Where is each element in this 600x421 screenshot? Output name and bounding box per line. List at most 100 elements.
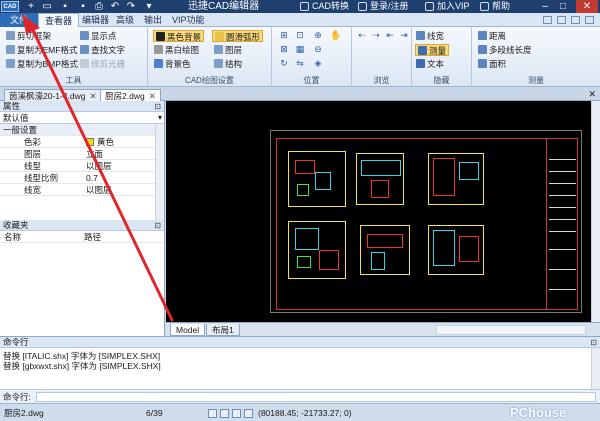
redo-icon[interactable]: ↷ xyxy=(124,0,138,13)
close-tab-icon[interactable]: ✕ xyxy=(90,91,97,101)
user-icon xyxy=(358,2,367,11)
distance-icon xyxy=(478,31,487,40)
prev-page-icon[interactable]: ⇤ xyxy=(384,30,396,41)
properties-selector[interactable]: 默认值 ▾ xyxy=(0,112,164,124)
property-row-linetype[interactable]: 线型 以图层 xyxy=(0,160,164,172)
copy-bmp-button[interactable]: 复制为BMP格式 xyxy=(6,58,78,70)
ortho-icon[interactable] xyxy=(232,409,241,418)
tab-model[interactable]: Model xyxy=(170,324,206,336)
bg-color-icon xyxy=(154,59,163,68)
find-text-button[interactable]: 查找文字 xyxy=(80,44,125,56)
properties-scrollbar[interactable] xyxy=(155,124,164,220)
maximize-icon[interactable]: □ xyxy=(556,0,570,13)
area-button[interactable]: 面积 xyxy=(478,58,506,70)
bw-drawing-button[interactable]: 黑白绘图 xyxy=(154,44,199,56)
rotate-icon[interactable]: ↻ xyxy=(278,58,290,69)
zoom-out-icon[interactable]: ⊖ xyxy=(312,44,324,55)
mirror-icon[interactable]: ⇋ xyxy=(294,58,306,69)
property-row-linetype-scale[interactable]: 线型比例 0.7 xyxy=(0,172,164,184)
brush-icon[interactable] xyxy=(543,16,552,24)
pin-icon[interactable]: ⊡ xyxy=(590,337,597,348)
file-menu[interactable]: 文件 xyxy=(0,13,38,27)
group-hide-label: 隐藏 xyxy=(433,76,450,85)
hand-icon[interactable]: ✋ xyxy=(330,30,342,41)
text-toggle-button[interactable]: 文本 xyxy=(416,58,444,70)
fit-icon[interactable]: ⊠ xyxy=(278,44,290,55)
cad-convert-link[interactable]: CAD转换 xyxy=(312,0,349,13)
trim-raster-button[interactable]: 修剪光栅 xyxy=(80,58,125,70)
favorites-col-name[interactable]: 名称 xyxy=(4,231,21,243)
forward-icon[interactable]: ⇢ xyxy=(370,30,382,41)
layers-button[interactable]: 图层 xyxy=(214,44,242,56)
view-3d-icon[interactable]: ◈ xyxy=(312,58,324,69)
pin-icon[interactable]: ⊡ xyxy=(154,101,161,112)
command-input[interactable] xyxy=(36,392,596,402)
join-vip-link[interactable]: 加入VIP xyxy=(437,0,470,13)
property-row-lineweight[interactable]: 线宽 以图层 xyxy=(0,184,164,196)
save-icon[interactable]: ▪ xyxy=(58,0,72,13)
group-cad-settings-label: CAD绘图设置 xyxy=(185,76,234,85)
property-row-layer[interactable]: 图层 立面 xyxy=(0,148,164,160)
menu-vip[interactable]: VIP功能 xyxy=(166,13,211,27)
close-small-icon[interactable] xyxy=(585,16,594,24)
doc-tab-2[interactable]: 厨房2.dwg ✕ xyxy=(100,89,161,101)
copy-emf-icon xyxy=(6,45,15,54)
group-measure-label: 测量 xyxy=(528,76,544,85)
undo-icon[interactable]: ↶ xyxy=(108,0,122,13)
title-block xyxy=(546,139,578,309)
help-link[interactable]: 帮助 xyxy=(492,0,510,13)
smooth-arc-button[interactable]: 圆滑弧形 xyxy=(212,30,264,42)
clip-icon xyxy=(6,31,15,40)
structure-button[interactable]: 结构 xyxy=(214,58,242,70)
zoom-extents-icon[interactable]: ⊞ xyxy=(278,30,290,41)
login-register-link[interactable]: 登录/注册 xyxy=(370,0,409,13)
snap-icon[interactable] xyxy=(208,409,217,418)
tab-close-all-icon[interactable]: ✕ xyxy=(588,89,596,100)
tab-layout1[interactable]: 布局1 xyxy=(206,324,240,336)
close-icon[interactable]: ✕ xyxy=(576,0,598,13)
restore-small-icon[interactable] xyxy=(571,16,580,24)
favorites-col-path[interactable]: 路径 xyxy=(84,231,101,243)
help-small-icon[interactable] xyxy=(557,16,566,24)
polyline-length-button[interactable]: 多段线长度 xyxy=(478,44,532,56)
group-cad-settings: 黑色背景 圆滑弧形 黑白绘图 图层 背景色 结构 CAD绘图设置 xyxy=(148,27,272,87)
back-icon[interactable]: ⇠ xyxy=(356,30,368,41)
new-file-icon[interactable]: + xyxy=(24,0,38,13)
menu-viewer[interactable]: 查看器 xyxy=(38,13,80,27)
grid-toggle-icon[interactable] xyxy=(220,409,229,418)
model-tabs: Model 布局1 xyxy=(166,322,600,336)
minimize-icon[interactable]: – xyxy=(538,0,552,13)
canvas-horizontal-scrollbar[interactable] xyxy=(436,325,586,335)
copy-emf-button[interactable]: 复制为EMF格式 xyxy=(6,44,77,56)
measure-toggle-button[interactable]: 测量 xyxy=(415,44,450,56)
line-width-button[interactable]: 线宽 xyxy=(416,30,444,42)
command-scrollbar[interactable] xyxy=(591,348,600,390)
open-folder-icon[interactable]: ▭ xyxy=(40,0,54,13)
bg-color-button[interactable]: 背景色 xyxy=(154,58,191,70)
pin-icon[interactable]: ⊡ xyxy=(154,220,161,231)
quick-access-dropdown-icon[interactable]: ▾ xyxy=(142,0,156,13)
line-width-icon xyxy=(416,31,425,40)
group-hide: 线宽 测量 文本 隐藏 xyxy=(412,27,472,87)
show-points-button[interactable]: 显示点 xyxy=(80,30,117,42)
save-as-icon[interactable]: ▪ xyxy=(76,0,90,13)
doc-tab-1[interactable]: 茵溪枫濠20-1-4.dwg ✕ xyxy=(4,89,102,101)
black-background-button[interactable]: 黑色背景 xyxy=(153,30,205,42)
menu-advanced[interactable]: 高级 xyxy=(110,13,140,27)
group-measure: 距离 多段线长度 面积 测量 xyxy=(472,27,600,87)
drawing-canvas[interactable] xyxy=(166,101,600,322)
property-row-color[interactable]: 色彩 黄色 xyxy=(0,136,164,148)
print-icon[interactable]: ⎙ xyxy=(92,0,106,13)
menu-output[interactable]: 输出 xyxy=(138,13,168,27)
property-category[interactable]: 一般设置 xyxy=(0,124,164,136)
canvas-vertical-scrollbar[interactable] xyxy=(591,101,600,322)
elevation-3 xyxy=(360,225,410,275)
zoom-window-icon[interactable]: ⊡ xyxy=(294,30,306,41)
distance-button[interactable]: 距离 xyxy=(478,30,506,42)
grid-icon[interactable]: ▦ xyxy=(294,44,306,55)
clip-frame-button[interactable]: 剪切框架 xyxy=(6,30,51,42)
zoom-in-icon[interactable]: ⊕ xyxy=(312,30,324,41)
next-page-icon[interactable]: ⇥ xyxy=(398,30,410,41)
close-tab-icon[interactable]: ✕ xyxy=(149,91,156,101)
polar-icon[interactable] xyxy=(244,409,253,418)
